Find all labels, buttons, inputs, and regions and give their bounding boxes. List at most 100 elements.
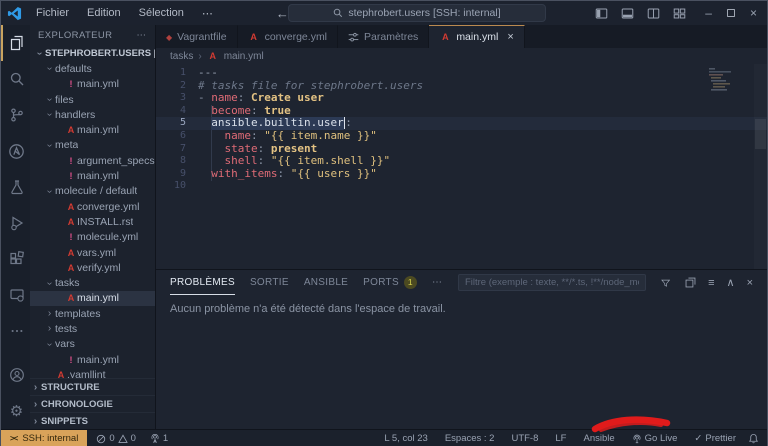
back-arrow-icon[interactable]: ← — [276, 6, 289, 21]
views-more-icon[interactable]: ⋯ — [137, 30, 148, 41]
search-view-icon[interactable] — [1, 61, 30, 97]
indentation-status[interactable]: Espaces : 2 — [440, 433, 500, 444]
code-line[interactable]: 8 shell: "{{ item.shell }}" — [156, 155, 767, 168]
ansible-extension-icon[interactable] — [1, 133, 30, 169]
chevron-icon: › — [47, 308, 52, 320]
split-editor-icon[interactable] — [647, 7, 660, 20]
code-line[interactable]: 9 with_items: "{{ users }}" — [156, 167, 767, 181]
tab-parametres[interactable]: Paramètres — [338, 25, 430, 48]
tree-item[interactable]: › handlers — [30, 107, 155, 122]
settings-gear-icon[interactable]: ⚙ — [1, 393, 30, 429]
tree-item[interactable]: Amain.yml — [30, 290, 155, 307]
accounts-icon[interactable] — [1, 357, 30, 393]
problems-filter-input[interactable] — [457, 274, 646, 291]
breadcrumb-file[interactable]: main.yml — [224, 51, 264, 62]
panel-tab-problemes[interactable]: PROBLÈMES — [170, 270, 235, 295]
menu-fichier[interactable]: Fichier — [27, 7, 78, 20]
go-live-button[interactable]: Go Live — [627, 433, 683, 444]
customize-layout-icon[interactable] — [673, 7, 686, 20]
cursor-position[interactable]: L 5, col 23 — [379, 433, 432, 444]
tree-item-label: handlers — [55, 108, 96, 121]
tree-item[interactable]: Aconverge.yml — [30, 199, 155, 214]
tree-item[interactable]: › templates — [30, 306, 155, 321]
bottom-panel: PROBLÈMES SORTIE ANSIBLE PORTS 1 ⋯ ≡ ∧ × — [156, 269, 767, 429]
tree-item-label: main.yml — [77, 353, 120, 366]
source-control-icon[interactable] — [1, 97, 30, 133]
breadcrumb-folder[interactable]: tasks — [170, 51, 193, 62]
close-panel-icon[interactable]: × — [747, 277, 753, 289]
tree-item[interactable]: › vars — [30, 337, 155, 352]
tree-item[interactable]: › tasks — [30, 275, 155, 290]
code-editor[interactable]: 1 --- 2 # tasks file for stephrobert.users 3… — [156, 64, 767, 269]
problems-status[interactable]: 0 0 — [91, 433, 141, 444]
minimize-button[interactable]: – — [705, 6, 712, 20]
tree-item[interactable]: › molecule / default — [30, 184, 155, 199]
panel-more-icon[interactable]: ⋯ — [432, 277, 443, 288]
view-as-list-icon[interactable]: ≡ — [708, 277, 714, 289]
tree-item[interactable]: Averify.yml — [30, 260, 155, 275]
filter-funnel-icon[interactable] — [660, 277, 670, 289]
tree-item[interactable]: ! argument_specs.yml — [30, 153, 156, 168]
menu-more[interactable]: ⋯ — [193, 7, 222, 20]
panel-tab-ports[interactable]: PORTS 1 — [363, 270, 417, 295]
command-center-search[interactable]: stephrobert.users [SSH: internal] — [288, 4, 546, 22]
remote-explorer-icon[interactable] — [1, 277, 30, 313]
code-token: Create user — [251, 91, 324, 105]
notifications-bell-icon[interactable] — [748, 433, 759, 444]
close-button[interactable]: × — [750, 6, 757, 20]
tree-item[interactable]: A INSTALL.rst — [30, 214, 155, 229]
tree-item[interactable]: ! molecule.yml — [30, 230, 155, 245]
code-line[interactable]: 1 --- — [156, 66, 767, 80]
testing-beaker-icon[interactable] — [1, 169, 30, 205]
section-chronologie[interactable]: › CHRONOLOGIE — [30, 395, 155, 412]
minimap[interactable] — [709, 67, 751, 95]
tree-item[interactable]: ! main.yml — [30, 168, 155, 183]
extensions-icon[interactable] — [1, 241, 30, 277]
section-structure[interactable]: › STRUCTURE — [30, 378, 155, 395]
tab-converge-yml[interactable]: A converge.yml — [238, 25, 339, 48]
panel-tab-bar: PROBLÈMES SORTIE ANSIBLE PORTS 1 ⋯ ≡ ∧ × — [156, 270, 767, 295]
code-token: "{{ item.shell }}" — [270, 154, 391, 168]
toggle-sidebar-icon[interactable] — [595, 7, 608, 20]
tree-item[interactable]: › meta — [30, 138, 155, 153]
scrollbar-thumb[interactable] — [755, 119, 766, 149]
tree-item[interactable]: ! main.yml — [30, 352, 155, 367]
menu-edition[interactable]: Edition — [78, 7, 130, 20]
tab-main-yml[interactable]: A main.yml × — [429, 25, 525, 48]
section-snippets[interactable]: › SNIPPETS — [30, 412, 155, 429]
tree-item[interactable]: A .yamllint — [30, 367, 155, 378]
prettier-status[interactable]: ✓ Prettier — [689, 433, 741, 444]
tree-item[interactable]: ! main.yml — [30, 77, 155, 92]
menu-selection[interactable]: Sélection — [130, 7, 193, 20]
tab-vagrantfile[interactable]: ◆ Vagrantfile — [156, 25, 238, 48]
editor-scrollbar[interactable] — [754, 64, 767, 269]
language-mode[interactable]: Ansible — [578, 433, 619, 444]
tree-item[interactable]: ›STEPHROBERT.USERS [SSH... — [30, 46, 155, 61]
ansible-file-icon: A — [67, 247, 75, 258]
tree-item[interactable]: Avars.yml — [30, 245, 155, 260]
tree-item-label: meta — [55, 139, 79, 152]
explorer-icon[interactable] — [1, 25, 30, 61]
maximize-button[interactable] — [726, 8, 736, 18]
code-line[interactable]: 10 — [156, 180, 767, 193]
run-debug-icon[interactable] — [1, 205, 30, 241]
tree-item[interactable]: › tests — [30, 321, 155, 336]
forwarded-ports-status[interactable]: 1 — [145, 433, 173, 444]
tree-item[interactable]: Amain.yml — [30, 122, 155, 137]
open-in-editor-icon[interactable] — [685, 277, 696, 288]
code-token: name — [224, 128, 252, 142]
toggle-panel-icon[interactable] — [621, 7, 634, 20]
code-line[interactable]: 6 name: "{{ item.name }}" — [156, 128, 767, 143]
tree-item[interactable]: › files — [30, 92, 155, 107]
remote-indicator[interactable]: >< SSH: internal — [1, 430, 88, 446]
encoding-status[interactable]: UTF-8 — [506, 433, 543, 444]
tree-item[interactable]: › defaults — [30, 61, 155, 76]
code-line[interactable]: 3- name: Create user — [156, 92, 767, 105]
more-views-icon[interactable] — [1, 313, 30, 349]
eol-status[interactable]: LF — [550, 433, 571, 444]
maximize-panel-icon[interactable]: ∧ — [727, 276, 735, 289]
panel-tab-ansible[interactable]: ANSIBLE — [304, 270, 348, 295]
close-tab-icon[interactable]: × — [507, 31, 513, 43]
panel-tab-sortie[interactable]: SORTIE — [250, 270, 289, 295]
status-bar: >< SSH: internal 0 0 1 L 5, col 23 Espac… — [1, 429, 767, 446]
